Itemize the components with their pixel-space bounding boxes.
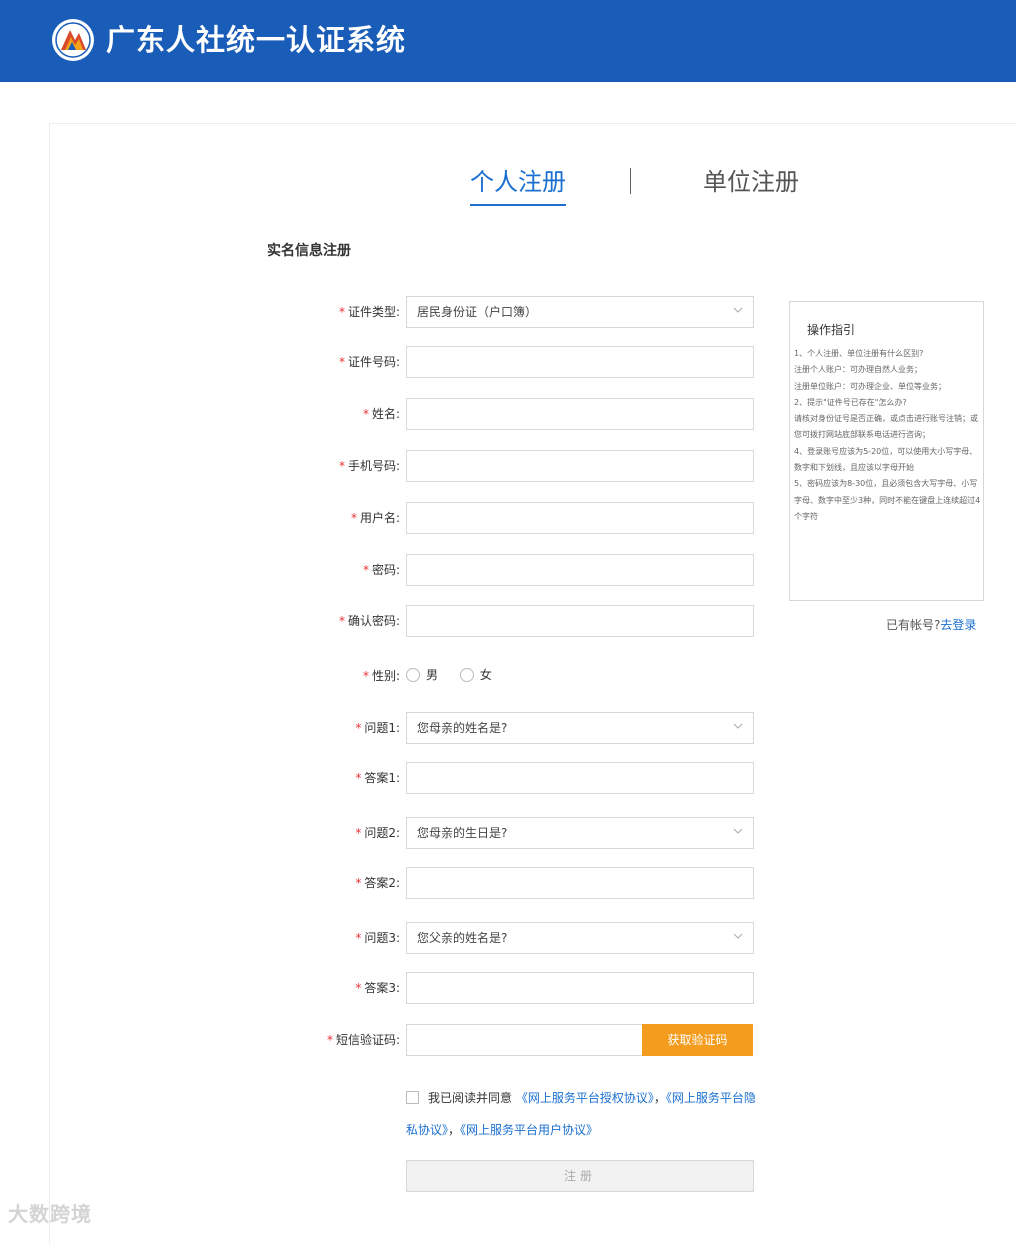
- gender-male-label: 男: [426, 668, 439, 682]
- question2-value: 您母亲的生日是?: [417, 826, 508, 840]
- id-type-label: * 证件类型:: [338, 305, 400, 319]
- go-login-link[interactable]: 去登录: [940, 618, 976, 632]
- chevron-down-icon: [733, 828, 743, 834]
- guide-line: 注册单位账户：可办理企业、单位等业务；: [794, 381, 946, 391]
- answer1-label: * 答案1:: [355, 771, 400, 785]
- question2-row: * 问题2: 您母亲的生日是?: [0, 817, 1016, 849]
- username-input[interactable]: [406, 502, 754, 534]
- answer2-row: * 答案2:: [0, 867, 1016, 899]
- tab-personal-register[interactable]: 个人注册: [470, 165, 566, 206]
- question1-label: * 问题1:: [355, 721, 400, 735]
- phone-label: * 手机号码:: [338, 459, 400, 473]
- confirm-password-label: * 确认密码:: [338, 614, 400, 628]
- get-sms-code-button[interactable]: 获取验证码: [642, 1024, 753, 1056]
- operation-guide-panel: 操作指引 1、个人注册、单位注册有什么区别? 注册个人账户：可办理自然人业务； …: [789, 301, 984, 601]
- guide-line: 1、个人注册、单位注册有什么区别?: [794, 349, 924, 358]
- guide-line: 请核对身份证号是否正确，或点击进行账号注销；或您可拨打网站底部联系电话进行咨询；: [794, 414, 978, 440]
- id-number-input[interactable]: [406, 346, 754, 378]
- gender-female-radio[interactable]: [459, 668, 474, 682]
- password-input[interactable]: [406, 554, 754, 586]
- user-agreement-link[interactable]: 《网上服务平台用户协议》: [460, 1123, 598, 1137]
- gender-label: * 性别:: [362, 669, 400, 683]
- guide-lines: 1、个人注册、单位注册有什么区别? 注册个人账户：可办理自然人业务； 注册单位账…: [794, 346, 982, 525]
- answer2-input[interactable]: [406, 867, 754, 899]
- question3-value: 您父亲的姓名是?: [417, 931, 508, 945]
- answer2-label: * 答案2:: [355, 876, 400, 890]
- question1-value: 您母亲的姓名是?: [417, 721, 508, 735]
- site-title: 广东人社统一认证系统: [106, 23, 407, 57]
- question1-select[interactable]: 您母亲的姓名是?: [406, 712, 754, 744]
- question2-label: * 问题2:: [355, 826, 400, 840]
- name-input[interactable]: [406, 398, 754, 430]
- agreement-separator: ，: [448, 1123, 461, 1137]
- guide-title: 操作指引: [807, 323, 856, 337]
- answer1-row: * 答案1:: [0, 762, 1016, 794]
- watermark: 大数跨境: [8, 1202, 92, 1226]
- chevron-down-icon: [733, 307, 743, 313]
- login-prompt: 已有帐号?去登录: [886, 616, 976, 633]
- question1-row: * 问题1: 您母亲的姓名是?: [0, 712, 1016, 744]
- gender-female-label: 女: [479, 668, 492, 682]
- gender-male-radio[interactable]: [406, 668, 420, 682]
- agreement-separator: ，: [653, 1091, 666, 1105]
- username-label: * 用户名:: [350, 511, 400, 525]
- guide-line: 4、登录账号应该为5-20位，可以使用大小写字母、数字和下划线，且应该以字母开始: [794, 446, 978, 473]
- tab-company-register[interactable]: 单位注册: [703, 165, 799, 199]
- sms-code-input[interactable]: [406, 1024, 643, 1056]
- question3-label: * 问题3:: [355, 931, 400, 945]
- phone-input[interactable]: [406, 450, 754, 482]
- guide-line: 2、提示"证件号已存在"怎么办?: [794, 397, 907, 407]
- id-type-select[interactable]: 居民身份证（户口簿）: [406, 296, 754, 328]
- chevron-down-icon: [733, 723, 743, 729]
- register-submit-button[interactable]: 注册: [406, 1160, 754, 1192]
- emblem-logo-icon: [52, 19, 94, 61]
- auth-agreement-link[interactable]: 《网上服务平台授权协议》: [516, 1091, 654, 1105]
- agreement-text: 我已阅读并同意 《网上服务平台授权协议》，《网上服务平台隐私协议》，《网上服务平…: [406, 1082, 756, 1146]
- top-header: 广东人社统一认证系统: [0, 0, 1016, 82]
- confirm-password-input[interactable]: [406, 605, 754, 637]
- tab-divider: [630, 168, 631, 194]
- section-title: 实名信息注册: [267, 243, 351, 259]
- answer3-row: * 答案3:: [0, 972, 1016, 1004]
- login-prompt-text: 已有帐号?: [886, 618, 941, 632]
- agreement-prefix: 我已阅读并同意: [428, 1091, 513, 1105]
- password-label: * 密码:: [362, 563, 400, 577]
- id-number-label: * 证件号码:: [338, 355, 400, 369]
- confirm-password-row: * 确认密码:: [0, 605, 1016, 637]
- question3-select[interactable]: 您父亲的姓名是?: [406, 922, 754, 954]
- gender-row: * 性别: 男 女: [0, 660, 1016, 692]
- agree-checkbox[interactable]: [406, 1091, 419, 1104]
- guide-line: 注册个人账户：可办理自然人业务；: [794, 365, 922, 375]
- answer1-input[interactable]: [406, 762, 754, 794]
- answer3-input[interactable]: [406, 972, 754, 1004]
- sms-label: * 短信验证码:: [326, 1033, 400, 1047]
- chevron-down-icon: [733, 933, 743, 939]
- question2-select[interactable]: 您母亲的生日是?: [406, 817, 754, 849]
- name-label: * 姓名:: [362, 407, 400, 421]
- gender-radio-group: 男 女: [406, 666, 510, 683]
- sms-row: * 短信验证码: 获取验证码: [0, 1024, 1016, 1056]
- guide-line: 5、密码应该为8-30位，且必须包含大写字母、小写字母、数字中至少3种，同时不能…: [794, 479, 981, 521]
- answer3-label: * 答案3:: [355, 981, 400, 995]
- question3-row: * 问题3: 您父亲的姓名是?: [0, 922, 1016, 954]
- id-type-value: 居民身份证（户口簿）: [417, 305, 538, 319]
